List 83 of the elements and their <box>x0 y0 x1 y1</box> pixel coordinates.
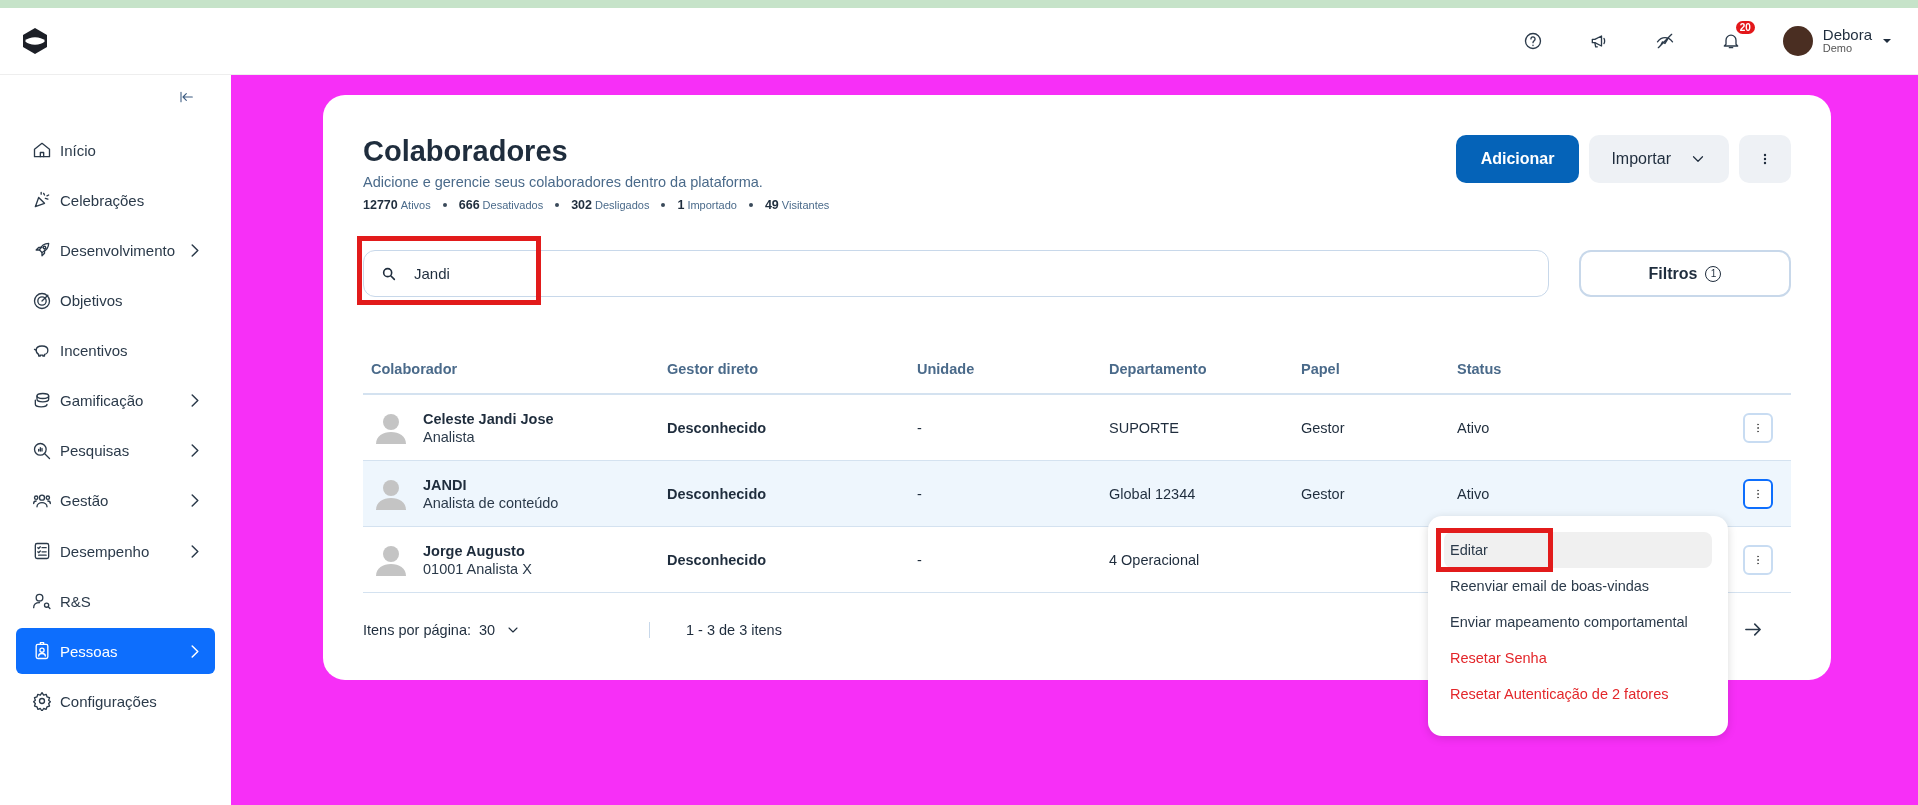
stat-label: Importado <box>687 199 737 211</box>
column-header: Gestor direto <box>659 361 909 394</box>
employee-name: JANDI <box>423 476 468 493</box>
table-cell: Desconhecido <box>667 485 767 502</box>
stat-value: 12770 <box>363 198 398 212</box>
sidebar-item[interactable]: Gestão <box>16 477 215 525</box>
table-cell: Ativo <box>1457 419 1490 436</box>
employee-role: Analista <box>423 428 476 445</box>
menu-item[interactable]: Resetar Senha <box>1444 640 1712 676</box>
separator-dot <box>748 203 753 207</box>
sidebar-item[interactable]: Desempenho <box>16 527 215 575</box>
column-header: Colaborador <box>363 361 659 394</box>
employee-name: Celeste Jandi Jose <box>423 410 554 427</box>
row-actions-button[interactable] <box>1743 478 1773 509</box>
stat-label: Desligados <box>595 199 650 211</box>
employee-role: 01001 Analista X <box>423 560 532 577</box>
caret-icon <box>1882 36 1892 46</box>
table-cell: Gestor <box>1301 485 1345 502</box>
stat-label: Ativos <box>400 199 431 211</box>
page-subtitle: Adicione e gerencie seus colaboradores dentro da plataforma. <box>363 174 764 190</box>
table-cell: Global 12344 <box>1109 485 1196 502</box>
menu-item[interactable]: Resetar Autenticação de 2 fatores <box>1444 676 1712 712</box>
page-title: Colaboradores <box>363 135 569 168</box>
sidebar-item[interactable]: Incentivos <box>16 327 215 374</box>
notification-count: 20 <box>1735 21 1755 34</box>
search-chart-icon <box>32 440 52 461</box>
separator-dot <box>442 203 447 207</box>
table-cell: Gestor <box>1301 419 1345 436</box>
stat-value: 49 <box>764 198 779 212</box>
sidebar-item[interactable]: Início <box>16 127 215 174</box>
stat-value: 302 <box>571 198 592 212</box>
table-cell: Desconhecido <box>667 551 767 568</box>
employee-role: Analista de conteúdo <box>423 494 559 511</box>
pagination-range: 1 - 3 de 3 itens <box>686 621 782 638</box>
sidebar-item[interactable]: Gamificação <box>16 377 215 424</box>
help-icon <box>1522 31 1543 51</box>
column-header: Departamento <box>1101 361 1293 394</box>
sidebar-item[interactable]: R&S <box>16 577 215 625</box>
add-button[interactable]: Adicionar <box>1455 135 1580 183</box>
next-page-button[interactable] <box>1743 621 1763 638</box>
table-cell: Ativo <box>1457 485 1490 502</box>
table-cell: - <box>917 419 922 436</box>
import-button[interactable]: Importar <box>1589 135 1729 183</box>
items-per-page-select[interactable]: 30 <box>479 621 522 638</box>
sidebar-item[interactable]: Desenvolvimento <box>16 227 215 274</box>
stat-value: 1 <box>677 198 685 212</box>
menu-item[interactable]: Enviar mapeamento comportamental <box>1444 604 1712 640</box>
table-cell: 4 Operacional <box>1109 551 1200 568</box>
settings-icon <box>32 691 52 712</box>
employee-name: Jorge Augusto <box>423 542 526 559</box>
column-header: Unidade <box>909 361 1101 394</box>
items-per-page-label: Itens por página: <box>363 621 472 638</box>
checklist-icon <box>32 541 52 561</box>
sidebar-item[interactable]: Objetivos <box>16 277 215 324</box>
table-cell: - <box>917 551 922 568</box>
table-cell: Desconhecido <box>667 419 767 436</box>
sidebar-item[interactable]: Configurações <box>16 678 215 725</box>
stat-label: Desativados <box>482 199 544 211</box>
sidebar-item[interactable]: Pessoas <box>16 627 215 675</box>
eye-slash-icon <box>1654 31 1675 51</box>
sidebar-item[interactable]: Celebrações <box>16 177 215 224</box>
search-icon <box>381 266 397 282</box>
sidebar-item[interactable]: Pesquisas <box>16 427 215 475</box>
menu-item[interactable]: Reenviar email de boas-vindas <box>1444 568 1712 604</box>
logo-icon <box>20 26 50 56</box>
stat-value: 666 <box>458 198 480 212</box>
collapse-sidebar-button[interactable] <box>179 89 195 105</box>
column-header: Papel <box>1293 361 1449 394</box>
person-search-icon <box>32 591 52 612</box>
menu-item[interactable]: Editar <box>1444 532 1712 568</box>
collapse-icon <box>179 89 195 105</box>
search-field[interactable]: Jandi <box>363 250 1549 297</box>
target-icon <box>32 290 52 311</box>
separator-dot <box>661 203 666 207</box>
stat-label: Visitantes <box>781 199 830 211</box>
arrow-right-icon <box>1745 623 1761 636</box>
filters-button[interactable]: Filtros 1 <box>1579 250 1791 297</box>
separator-dot <box>555 203 560 207</box>
user-avatar <box>1782 26 1813 56</box>
table-cell: SUPORTE <box>1109 419 1179 436</box>
column-header: Status <box>1449 361 1735 394</box>
user-menu[interactable]: Debora Demo <box>1776 25 1898 57</box>
table-cell: - <box>917 485 922 502</box>
